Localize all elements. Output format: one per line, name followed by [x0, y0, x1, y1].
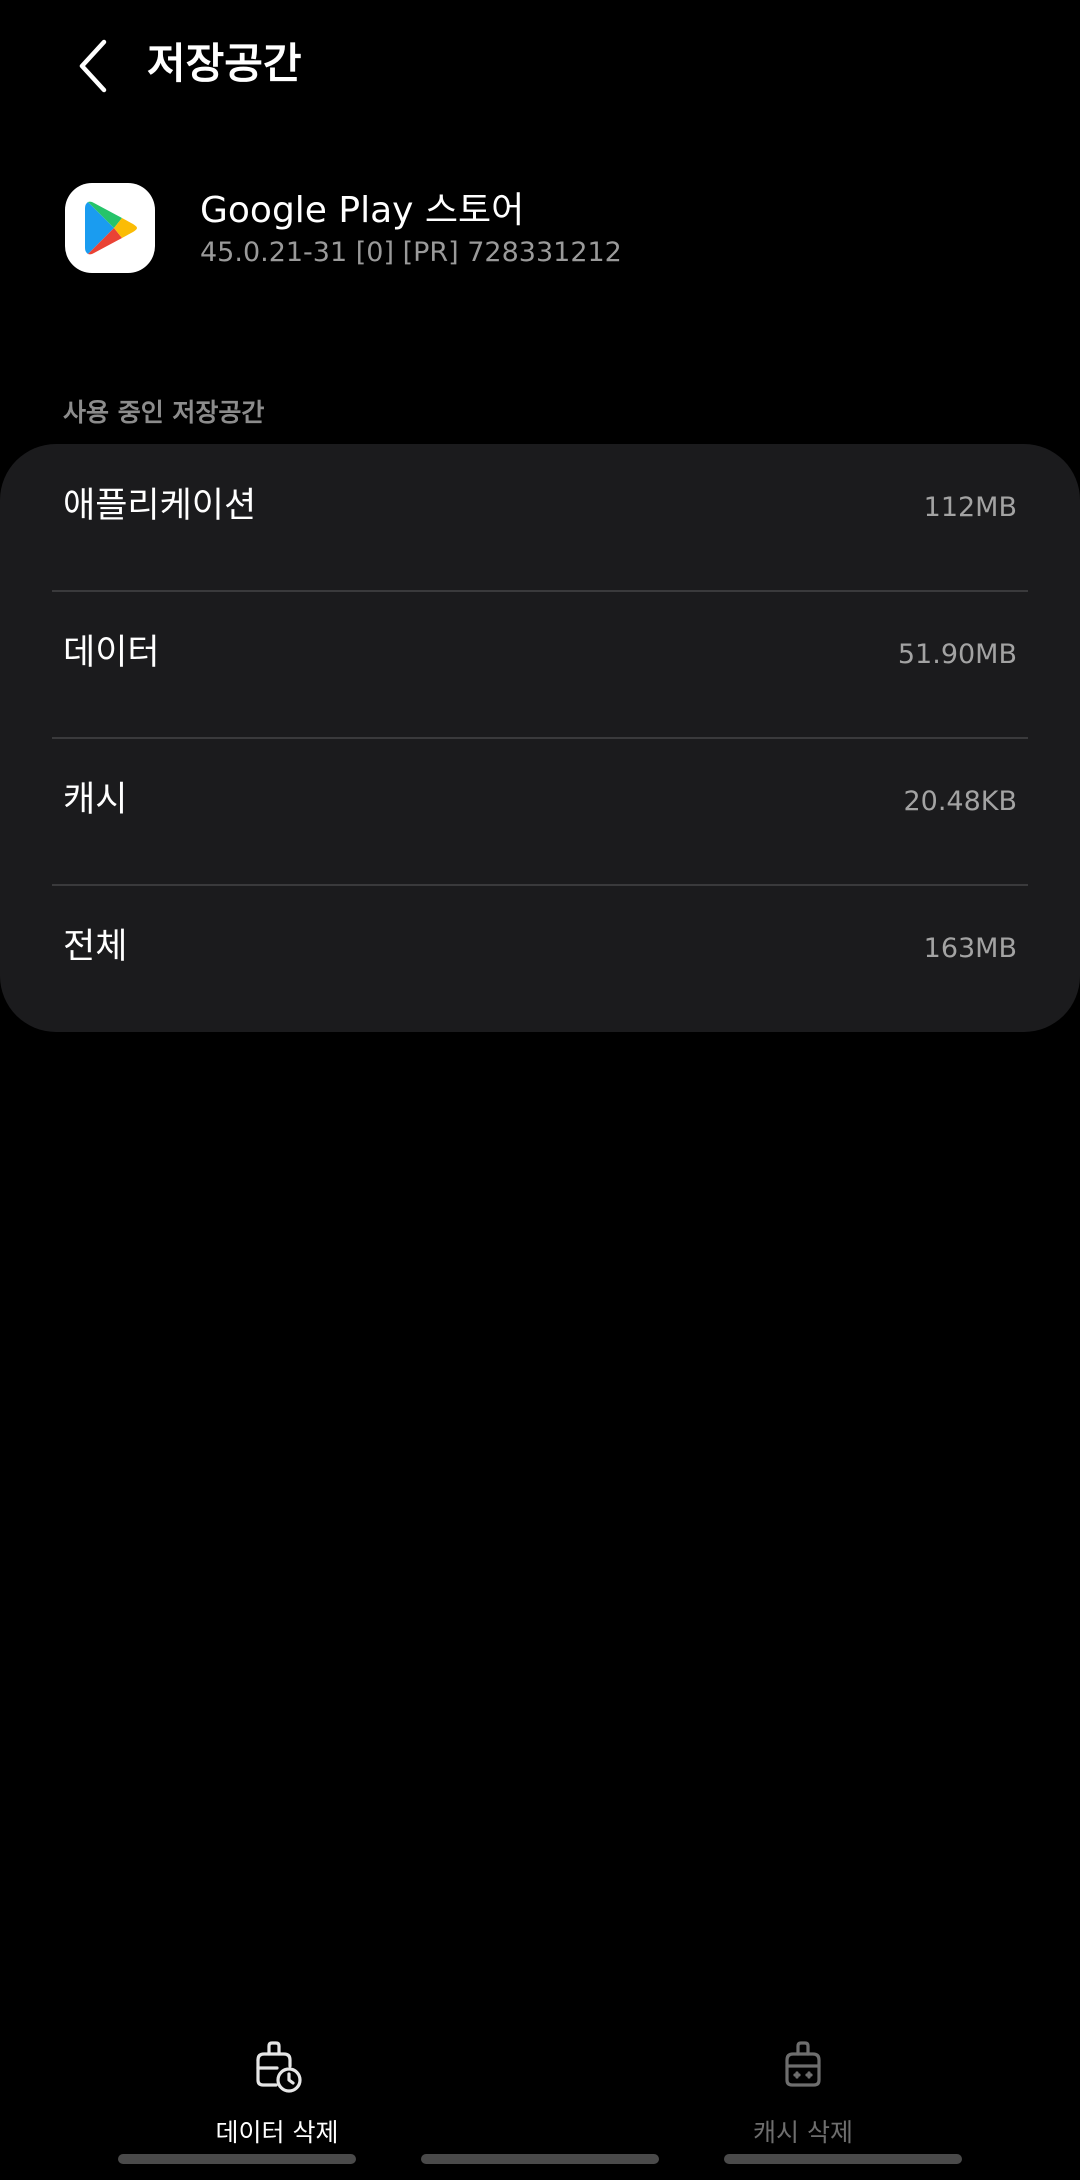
storage-row-label: 데이터: [63, 633, 160, 673]
storage-row-cache: 캐시 20.48KB: [0, 738, 1080, 885]
delete-cache-label: 캐시 삭제: [753, 2118, 853, 2147]
google-play-icon: [65, 183, 155, 273]
nav-handle-right[interactable]: [724, 2154, 962, 2164]
delete-data-button[interactable]: 데이터 삭제: [117, 2040, 437, 2150]
app-info: Google Play 스토어 45.0.21-31 [0] [PR] 7283…: [0, 170, 1080, 290]
storage-row-value: 20.48KB: [903, 786, 1017, 817]
storage-row-label: 전체: [63, 927, 128, 967]
nav-handle-left[interactable]: [118, 2154, 356, 2164]
chevron-left-icon: [79, 39, 107, 93]
bottom-action-bar: 데이터 삭제 캐시 삭제: [0, 2030, 1080, 2160]
section-header: 사용 중인 저장공간: [63, 398, 265, 427]
page-title: 저장공간: [147, 39, 302, 88]
nav-handle-center[interactable]: [421, 2154, 659, 2164]
delete-data-label: 데이터 삭제: [215, 2118, 339, 2147]
storage-row-application: 애플리케이션 112MB: [0, 444, 1080, 591]
storage-row-total: 전체 163MB: [0, 885, 1080, 1032]
back-button[interactable]: [56, 28, 132, 104]
storage-row-value: 163MB: [923, 933, 1017, 964]
app-bar: 저장공간: [0, 0, 1080, 130]
storage-row-value: 51.90MB: [897, 639, 1017, 670]
app-version: 45.0.21-31 [0] [PR] 728331212: [200, 237, 622, 268]
clear-data-icon: [256, 2041, 302, 2093]
storage-card: 애플리케이션 112MB 데이터 51.90MB 캐시 20.48KB 전체 1…: [0, 444, 1080, 1032]
storage-row-value: 112MB: [923, 492, 1017, 523]
storage-row-data: 데이터 51.90MB: [0, 591, 1080, 738]
storage-row-label: 캐시: [63, 780, 128, 820]
clear-cache-icon: [785, 2041, 821, 2087]
app-name: Google Play 스토어: [200, 190, 525, 231]
storage-row-label: 애플리케이션: [63, 486, 257, 526]
delete-cache-button[interactable]: 캐시 삭제: [643, 2040, 963, 2150]
